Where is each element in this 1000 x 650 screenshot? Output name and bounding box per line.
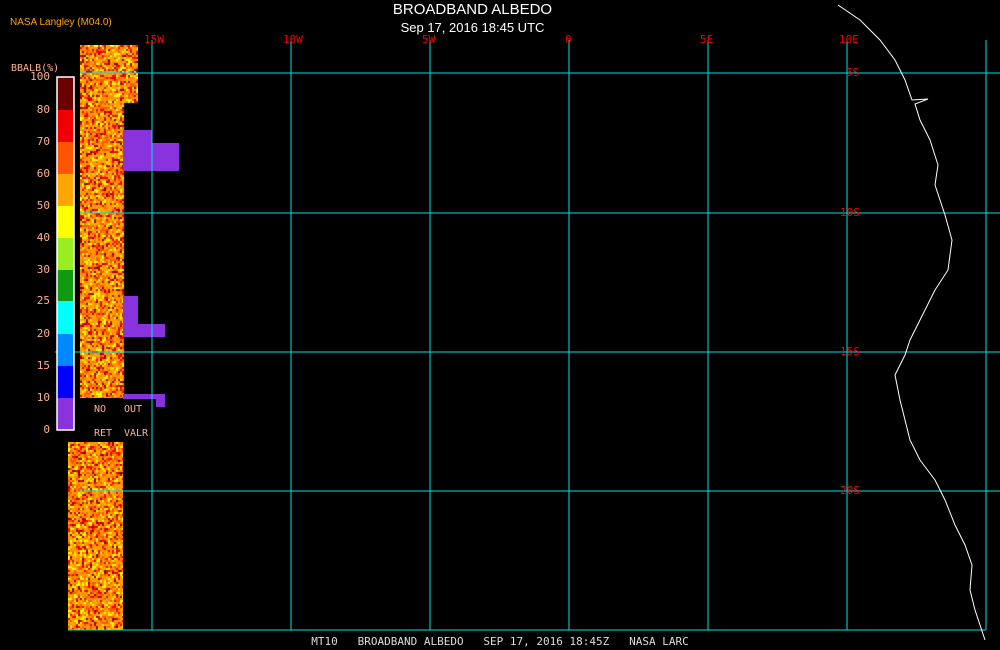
purple-region (123, 130, 152, 171)
colorbar-tick-label: 25 (36, 294, 50, 307)
colorbar-tick-label: 30 (36, 263, 50, 276)
colorbar-tick-label: 50 (36, 199, 50, 212)
coastline (837, 4, 986, 641)
latitude-label: 15S (840, 345, 860, 358)
colorbar-segment (57, 110, 74, 142)
ret-label: RET (94, 428, 113, 439)
longitude-label: 10E (839, 33, 859, 46)
colorbar-tick-label: 100 (30, 70, 50, 83)
purple-region (156, 398, 165, 407)
colorbar-tick-label: 70 (36, 135, 50, 148)
longitude-label: 10W (283, 33, 303, 46)
longitude-label: 0 (565, 33, 572, 46)
latitude-label: 5S (846, 66, 860, 79)
colorbar-segment (57, 206, 74, 238)
map-overlay (55, 4, 1000, 641)
colorbar-tick-label: 15 (36, 359, 50, 372)
colorbar-tick-label: 40 (36, 231, 50, 244)
footer-caption: MT10 BROADBAND ALBEDO SEP 17, 2016 18:45… (311, 635, 689, 648)
valr-label: VALR (124, 428, 149, 439)
colorbar-tick-label: 20 (36, 327, 50, 340)
colorbar-segment (57, 142, 74, 174)
colorbar-segment (57, 334, 74, 366)
colorbar-tick-label: 0 (43, 423, 50, 436)
colorbar-tick-label: 60 (36, 167, 50, 180)
graticule (55, 40, 1000, 631)
latitude-label: 10S (840, 206, 860, 219)
longitude-label: 15W (144, 33, 164, 46)
latitude-label: 20S (840, 484, 860, 497)
longitude-label: 5W (422, 33, 436, 46)
out-label: OUT (124, 404, 143, 415)
map-view: BROADBAND ALBEDO Sep 17, 2016 18:45 UTC … (0, 0, 1000, 650)
colorbar-segment (57, 77, 74, 110)
no-label: NO (94, 404, 107, 415)
colorbar-segment (57, 301, 74, 334)
purple-region (152, 143, 179, 171)
longitude-label: 5E (700, 33, 714, 46)
colorbar (56, 76, 75, 431)
colorbar-segment (57, 270, 74, 301)
colorbar-tick-label: 10 (36, 391, 50, 404)
colorbar-tick-label: 80 (36, 103, 50, 116)
colorbar-segment (57, 174, 74, 206)
colorbar-segment (57, 398, 74, 430)
colorbar-segment (57, 238, 74, 270)
no-retrieval-regions (123, 130, 179, 407)
colorbar-segment (57, 366, 74, 398)
purple-region (123, 296, 138, 337)
